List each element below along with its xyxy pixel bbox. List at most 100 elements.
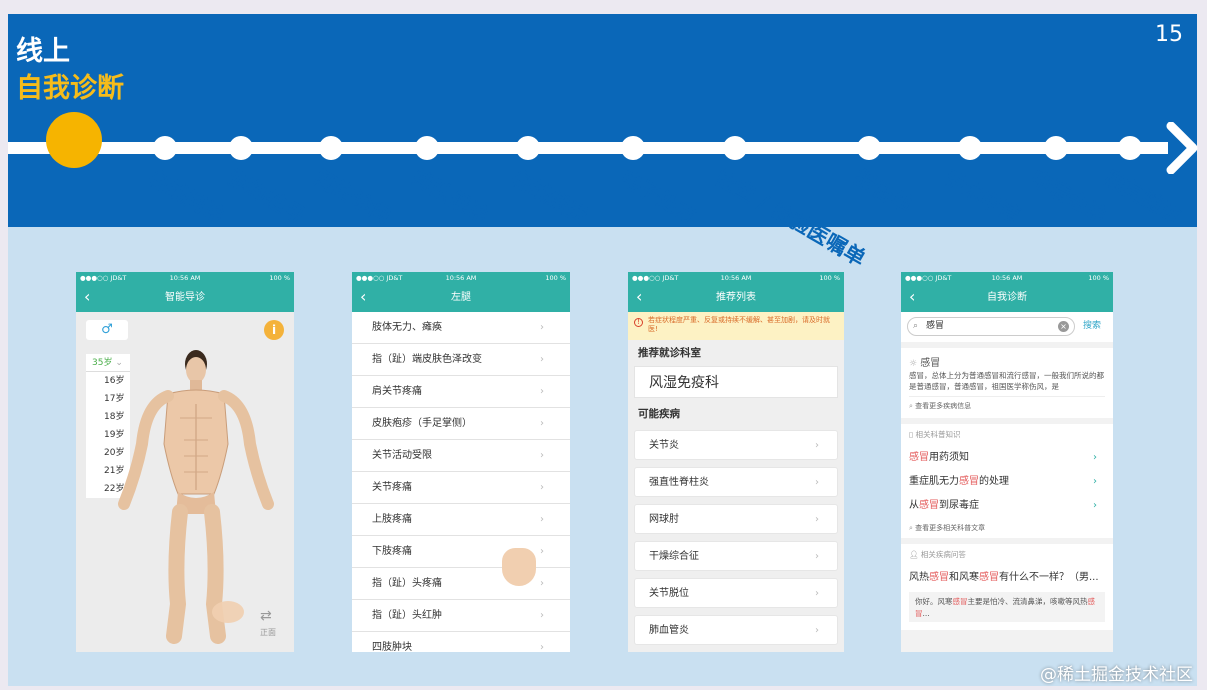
slide-title: 线上	[16, 36, 70, 67]
chevron-right-icon: ›	[540, 514, 544, 525]
clear-icon[interactable]: ×	[1058, 321, 1069, 332]
alert-icon: !	[634, 318, 643, 327]
science-article[interactable]: 感冒用药须知 ›	[901, 446, 1113, 470]
qa-section: 👤︎ 相关疾病问答 风热感冒和风寒感冒有什么不一样？（男... 你好。风寒感冒主…	[901, 544, 1113, 630]
search-input[interactable]: ⌕ 感冒 ×	[907, 317, 1075, 336]
flow-dot	[1044, 136, 1068, 160]
nav-bar: ‹ 自我诊断	[901, 284, 1113, 312]
human-body-figure[interactable]	[116, 344, 276, 644]
search-bar: ⌕ 感冒 × 搜索	[901, 312, 1113, 342]
flow-arrowhead-icon	[1166, 122, 1198, 174]
rotate-icon[interactable]: ⇄	[260, 608, 272, 624]
list-item[interactable]: 关节疼痛 ›	[352, 472, 570, 504]
chevron-right-icon: ›	[815, 514, 819, 525]
flow-dot	[1118, 136, 1142, 160]
qa-answer: 你好。风寒感冒主要是怕冷、流清鼻涕，咳嗽等风热感冒...	[909, 592, 1105, 622]
disease-item[interactable]: 关节炎 ›	[634, 430, 838, 460]
chevron-right-icon: ›	[540, 418, 544, 429]
disease-item[interactable]: 肺血管炎 ›	[634, 615, 838, 645]
male-icon[interactable]: ♂	[86, 320, 128, 340]
list-item[interactable]: 下肢疼痛 ›	[352, 536, 570, 568]
science-section: ▯ 相关科普知识 感冒用药须知 › 重症肌无力感冒的处理 › 从感冒到尿毒症 › ⌕ …	[901, 424, 1113, 538]
disease-item[interactable]: 关节脱位 ›	[634, 578, 838, 608]
qa-question[interactable]: 风热感冒和风寒感冒有什么不一样？（男...	[901, 566, 1113, 590]
search-icon: ⌕	[913, 321, 919, 331]
recommended-department[interactable]: 风湿免疫科	[634, 366, 838, 398]
science-article[interactable]: 重症肌无力感冒的处理 ›	[901, 470, 1113, 494]
result-title: 感冒	[920, 358, 941, 369]
flow-start-dot	[46, 112, 102, 168]
disease-item[interactable]: 网球肘 ›	[634, 504, 838, 534]
flow-dot	[621, 136, 645, 160]
back-icon[interactable]: ‹	[909, 284, 915, 310]
chevron-right-icon: ›	[540, 642, 544, 652]
chevron-right-icon: ›	[540, 322, 544, 333]
flow-dot	[415, 136, 439, 160]
info-icon[interactable]: i	[264, 320, 284, 340]
search-icon: ⌕	[909, 524, 913, 532]
section-header: 相关疾病问答	[920, 550, 966, 559]
flow-dot	[319, 136, 343, 160]
flow-dot	[229, 136, 253, 160]
battery-label: 100 %	[269, 274, 290, 282]
disease-item[interactable]: 干燥综合征 ›	[634, 541, 838, 571]
list-item[interactable]: 指（趾）头疼痛 ›	[352, 568, 570, 600]
sun-icon: ☼	[909, 359, 918, 369]
phone-smart-guide: ●●●○○ JD&T 10:56 AM 100 % ‹ 智能导诊 ♂ i 35岁…	[76, 272, 294, 652]
book-icon: ▯	[909, 430, 914, 439]
alert-banner: ! 若症状程度严重、反复或持续不缓解、甚至加剧，请及时就医!	[628, 312, 844, 340]
more-disease-link[interactable]: ⌕ 查看更多疾病信息	[909, 396, 1105, 414]
chevron-right-icon: ›	[815, 625, 819, 636]
back-icon[interactable]: ‹	[636, 284, 642, 310]
phone-self-diagnosis: ●●●○○ JD&T 10:56 AM 100 % ‹ 自我诊断 ⌕ 感冒 × …	[901, 272, 1113, 652]
clock-label: 10:56 AM	[169, 274, 201, 282]
chevron-right-icon: ›	[1093, 476, 1097, 487]
flow-dot	[516, 136, 540, 160]
back-icon[interactable]: ‹	[84, 284, 90, 310]
chevron-right-icon: ›	[540, 578, 544, 589]
flow-dot	[153, 136, 177, 160]
phone-recommend-list: ●●●○○ JD&T 10:56 AM 100 % ‹ 推荐列表 ! 若症状程度…	[628, 272, 844, 652]
chevron-right-icon: ›	[540, 450, 544, 461]
back-icon[interactable]: ‹	[360, 284, 366, 310]
search-button[interactable]: 搜索	[1083, 317, 1101, 336]
list-item[interactable]: 关节活动受限 ›	[352, 440, 570, 472]
list-item[interactable]: 指（趾）头红肿 ›	[352, 600, 570, 632]
chevron-right-icon: ›	[540, 610, 544, 621]
search-icon: ⌕	[909, 402, 913, 410]
user-icon: 👤︎	[909, 550, 919, 559]
battery-label: 100 %	[1088, 274, 1109, 282]
section-header: 推荐就诊科室	[638, 347, 701, 359]
science-article[interactable]: 从感冒到尿毒症 ›	[901, 494, 1113, 518]
battery-label: 100 %	[545, 274, 566, 282]
chevron-right-icon: ›	[540, 386, 544, 397]
status-bar: ●●●○○ JD&T 10:56 AM 100 %	[352, 272, 570, 284]
nav-bar: ‹ 推荐列表	[628, 284, 844, 312]
list-item[interactable]: 指（趾）端皮肤色泽改变 ›	[352, 344, 570, 376]
nav-bar: ‹ 左腿	[352, 284, 570, 312]
nav-bar: ‹ 智能导诊	[76, 284, 294, 312]
nav-title: 左腿	[451, 292, 471, 303]
chevron-right-icon: ›	[815, 440, 819, 451]
chevron-right-icon: ›	[1093, 452, 1097, 463]
clock-label: 10:56 AM	[991, 274, 1023, 282]
battery-label: 100 %	[819, 274, 840, 282]
slide-subtitle: 自我诊断	[16, 73, 124, 104]
list-item[interactable]: 皮肤疱疹（手足掌侧） ›	[352, 408, 570, 440]
rotate-label: 正面	[260, 628, 276, 637]
list-item[interactable]: 肢体无力、瘫痪 ›	[352, 312, 570, 344]
result-description: 感冒，总体上分为普通感冒和流行感冒，一般我们所说的都是普通感冒，普通感冒，祖国医…	[909, 371, 1104, 391]
more-science-link[interactable]: ⌕ 查看更多相关科普文章	[901, 518, 1113, 538]
flow-line	[8, 142, 1168, 154]
tap-hand-icon	[502, 548, 536, 586]
flow-dot	[857, 136, 881, 160]
disease-result-card[interactable]: ☼ 感冒 感冒，总体上分为普通感冒和流行感冒，一般我们所说的都是普通感冒，普通感…	[901, 348, 1113, 418]
section-header: 可能疾病	[638, 408, 680, 420]
list-item[interactable]: 上肢疼痛 ›	[352, 504, 570, 536]
list-item[interactable]: 肩关节疼痛 ›	[352, 376, 570, 408]
list-item[interactable]: 四肢肿块 ›	[352, 632, 570, 652]
status-bar: ●●●○○ JD&T 10:56 AM 100 %	[76, 272, 294, 284]
clock-label: 10:56 AM	[720, 274, 752, 282]
disease-item[interactable]: 强直性脊柱炎 ›	[634, 467, 838, 497]
page-number: 15	[1155, 22, 1183, 47]
